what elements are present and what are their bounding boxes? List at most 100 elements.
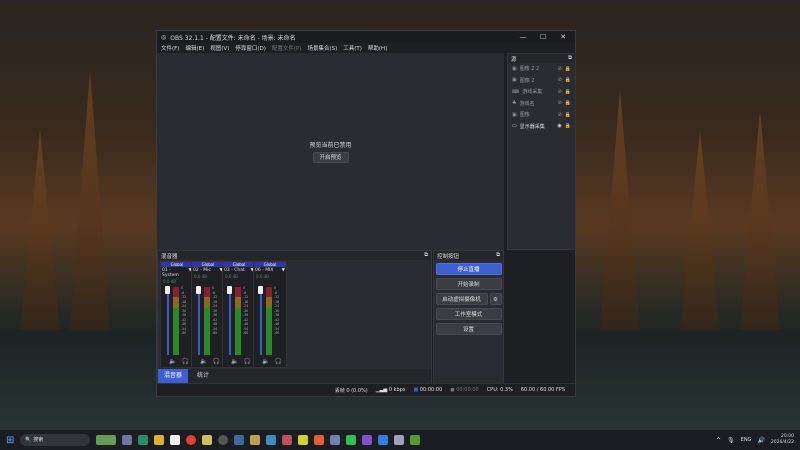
app-icon[interactable] bbox=[410, 435, 421, 445]
steam-icon[interactable] bbox=[234, 435, 245, 445]
search-box[interactable]: 🔍 搜索 bbox=[20, 434, 91, 446]
tab-stats[interactable]: 统计 bbox=[188, 369, 218, 383]
meter-scale: 0 -6 -12 -18 -24 -30 -36 -42 -48 -54 -60 bbox=[212, 286, 217, 336]
gamepad-icon: ⌨ bbox=[512, 88, 520, 95]
signal-icon: ▁▃▅ bbox=[375, 387, 389, 393]
eye-hidden-icon[interactable]: ⊘ bbox=[558, 66, 562, 72]
obs-icon[interactable] bbox=[218, 435, 229, 445]
minimize-button[interactable]: — bbox=[515, 33, 531, 41]
menu-profile[interactable]: 配置文件(P) bbox=[272, 44, 302, 52]
source-item[interactable]: ▣ 图像 ⊘ 🔒 bbox=[508, 109, 575, 121]
source-name: 游戏采集 bbox=[522, 89, 543, 96]
tab-mixer[interactable]: 混音器 bbox=[158, 369, 188, 383]
source-item[interactable]: ▭ 显示器采集 ◉ 🔒 bbox=[508, 121, 575, 133]
speaker-icon[interactable]: 🔈 bbox=[169, 358, 176, 365]
menu-file[interactable]: 文件(F) bbox=[161, 44, 179, 52]
lock-icon[interactable]: 🔒 bbox=[565, 89, 571, 95]
lock-icon[interactable]: 🔒 bbox=[565, 123, 571, 129]
menu-edit[interactable]: 编辑(E) bbox=[185, 44, 204, 52]
volume-slider[interactable] bbox=[198, 287, 200, 355]
source-item[interactable]: ♣ 游戏名 ⊘ 🔒 bbox=[508, 98, 575, 110]
undock-icon[interactable]: ⧉ bbox=[424, 252, 428, 259]
text-icon: ♣ bbox=[512, 100, 517, 107]
dropdown-icon[interactable]: ▼ bbox=[282, 268, 285, 273]
speaker-icon[interactable]: 🔈 bbox=[262, 358, 269, 365]
scale-tick: -12 bbox=[181, 295, 187, 299]
app-icon[interactable] bbox=[362, 435, 373, 445]
app-icon[interactable] bbox=[122, 435, 133, 445]
maximize-button[interactable]: ☐ bbox=[535, 33, 551, 41]
monitor-headphones-icon[interactable]: 🎧 bbox=[212, 358, 219, 365]
gear-icon[interactable]: ⚙ bbox=[489, 293, 502, 305]
settings-button[interactable]: 设置 bbox=[435, 323, 502, 335]
enable-preview-button[interactable]: 开启预览 bbox=[312, 152, 349, 163]
app-icon[interactable] bbox=[170, 435, 181, 445]
chrome-icon[interactable] bbox=[186, 435, 197, 445]
monitor-headphones-icon[interactable]: 🎧 bbox=[274, 358, 281, 365]
lock-icon[interactable]: 🔒 bbox=[565, 100, 571, 106]
undock-icon[interactable]: ⧉ bbox=[496, 252, 500, 259]
close-button[interactable]: ✕ bbox=[555, 33, 571, 41]
widget-icon[interactable] bbox=[96, 435, 117, 445]
app-icon[interactable] bbox=[298, 435, 309, 445]
lock-icon[interactable]: 🔒 bbox=[565, 77, 571, 83]
scale-tick: -12 bbox=[243, 295, 249, 299]
menu-tools[interactable]: 工具(T) bbox=[343, 44, 362, 52]
app-icon[interactable] bbox=[250, 435, 261, 445]
start-recording-button[interactable]: 开始录制 bbox=[435, 278, 502, 290]
eye-hidden-icon[interactable]: ⊘ bbox=[558, 77, 562, 83]
channel-name: 03 - Chat bbox=[224, 268, 245, 273]
monitor-headphones-icon[interactable]: 🎧 bbox=[243, 358, 250, 365]
level-meter bbox=[266, 287, 272, 355]
app-icon[interactable] bbox=[202, 435, 213, 445]
lock-icon[interactable]: 🔒 bbox=[565, 112, 571, 118]
mixer-channel: Global 01 - System▼ 0.0 dB 0-6-12-18-24-… bbox=[160, 261, 194, 368]
start-icon[interactable]: ⊞ bbox=[6, 435, 14, 446]
eye-hidden-icon[interactable]: ⊘ bbox=[558, 100, 562, 106]
clock[interactable]: 20:00 2026/4/22 bbox=[771, 434, 794, 446]
app-icon[interactable] bbox=[394, 435, 405, 445]
language-indicator[interactable]: ENG bbox=[741, 437, 752, 443]
source-item[interactable]: ⌨ 游戏采集 ⊘ 🔒 bbox=[508, 86, 575, 98]
app-icon[interactable] bbox=[266, 435, 277, 445]
tray-chevron-icon[interactable]: ^ bbox=[716, 437, 721, 444]
volume-slider-handle[interactable] bbox=[196, 286, 201, 294]
menu-view[interactable]: 视图(V) bbox=[210, 44, 229, 52]
stop-streaming-button[interactable]: 停止直播 bbox=[435, 263, 502, 275]
app-icon[interactable] bbox=[138, 435, 149, 445]
studio-mode-button[interactable]: 工作室模式 bbox=[435, 308, 502, 320]
source-name: 游戏名 bbox=[519, 100, 535, 107]
undock-icon[interactable]: ⧉ bbox=[568, 55, 572, 62]
source-item[interactable]: ▣ 图像 2 2 ⊘ 🔒 bbox=[508, 63, 575, 75]
eye-hidden-icon[interactable]: ⊘ bbox=[558, 89, 562, 95]
bitrate: 0 kbps bbox=[388, 387, 406, 393]
volume-slider[interactable] bbox=[229, 287, 231, 355]
folder-icon[interactable] bbox=[154, 435, 165, 445]
mic-icon[interactable]: 🎙 bbox=[727, 437, 735, 444]
eye-icon[interactable]: ◉ bbox=[557, 123, 561, 129]
volume-slider-handle[interactable] bbox=[165, 286, 170, 294]
menu-docks[interactable]: 停靠窗口(D) bbox=[235, 44, 266, 52]
menu-scene-collection[interactable]: 场景集合(S) bbox=[307, 44, 337, 52]
volume-slider-handle[interactable] bbox=[258, 286, 263, 294]
menu-help[interactable]: 帮助(H) bbox=[368, 44, 387, 52]
eye-hidden-icon[interactable]: ⊘ bbox=[558, 112, 562, 118]
scale-tick: -12 bbox=[212, 295, 218, 299]
speaker-icon[interactable]: 🔈 bbox=[231, 358, 238, 365]
lock-icon[interactable]: 🔒 bbox=[565, 66, 571, 72]
monitor-headphones-icon[interactable]: 🎧 bbox=[181, 358, 188, 365]
scale-tick: -24 bbox=[212, 304, 218, 308]
app-icon[interactable] bbox=[330, 435, 341, 445]
volume-slider[interactable] bbox=[167, 287, 169, 355]
app-icon[interactable] bbox=[378, 435, 389, 445]
app-icon[interactable] bbox=[314, 435, 325, 445]
speaker-icon[interactable]: 🔈 bbox=[200, 358, 207, 365]
app-icon[interactable] bbox=[282, 435, 293, 445]
channel-volume: 0.0 dB bbox=[256, 274, 269, 279]
volume-slider-handle[interactable] bbox=[227, 286, 232, 294]
source-item[interactable]: ▣ 图像 2 ⊘ 🔒 bbox=[508, 75, 575, 87]
start-virtual-camera-button[interactable]: 启动虚拟摄像机 bbox=[435, 293, 488, 305]
volume-icon[interactable]: 🔊 bbox=[757, 437, 764, 444]
volume-slider[interactable] bbox=[260, 287, 262, 355]
app-icon[interactable] bbox=[346, 435, 357, 445]
